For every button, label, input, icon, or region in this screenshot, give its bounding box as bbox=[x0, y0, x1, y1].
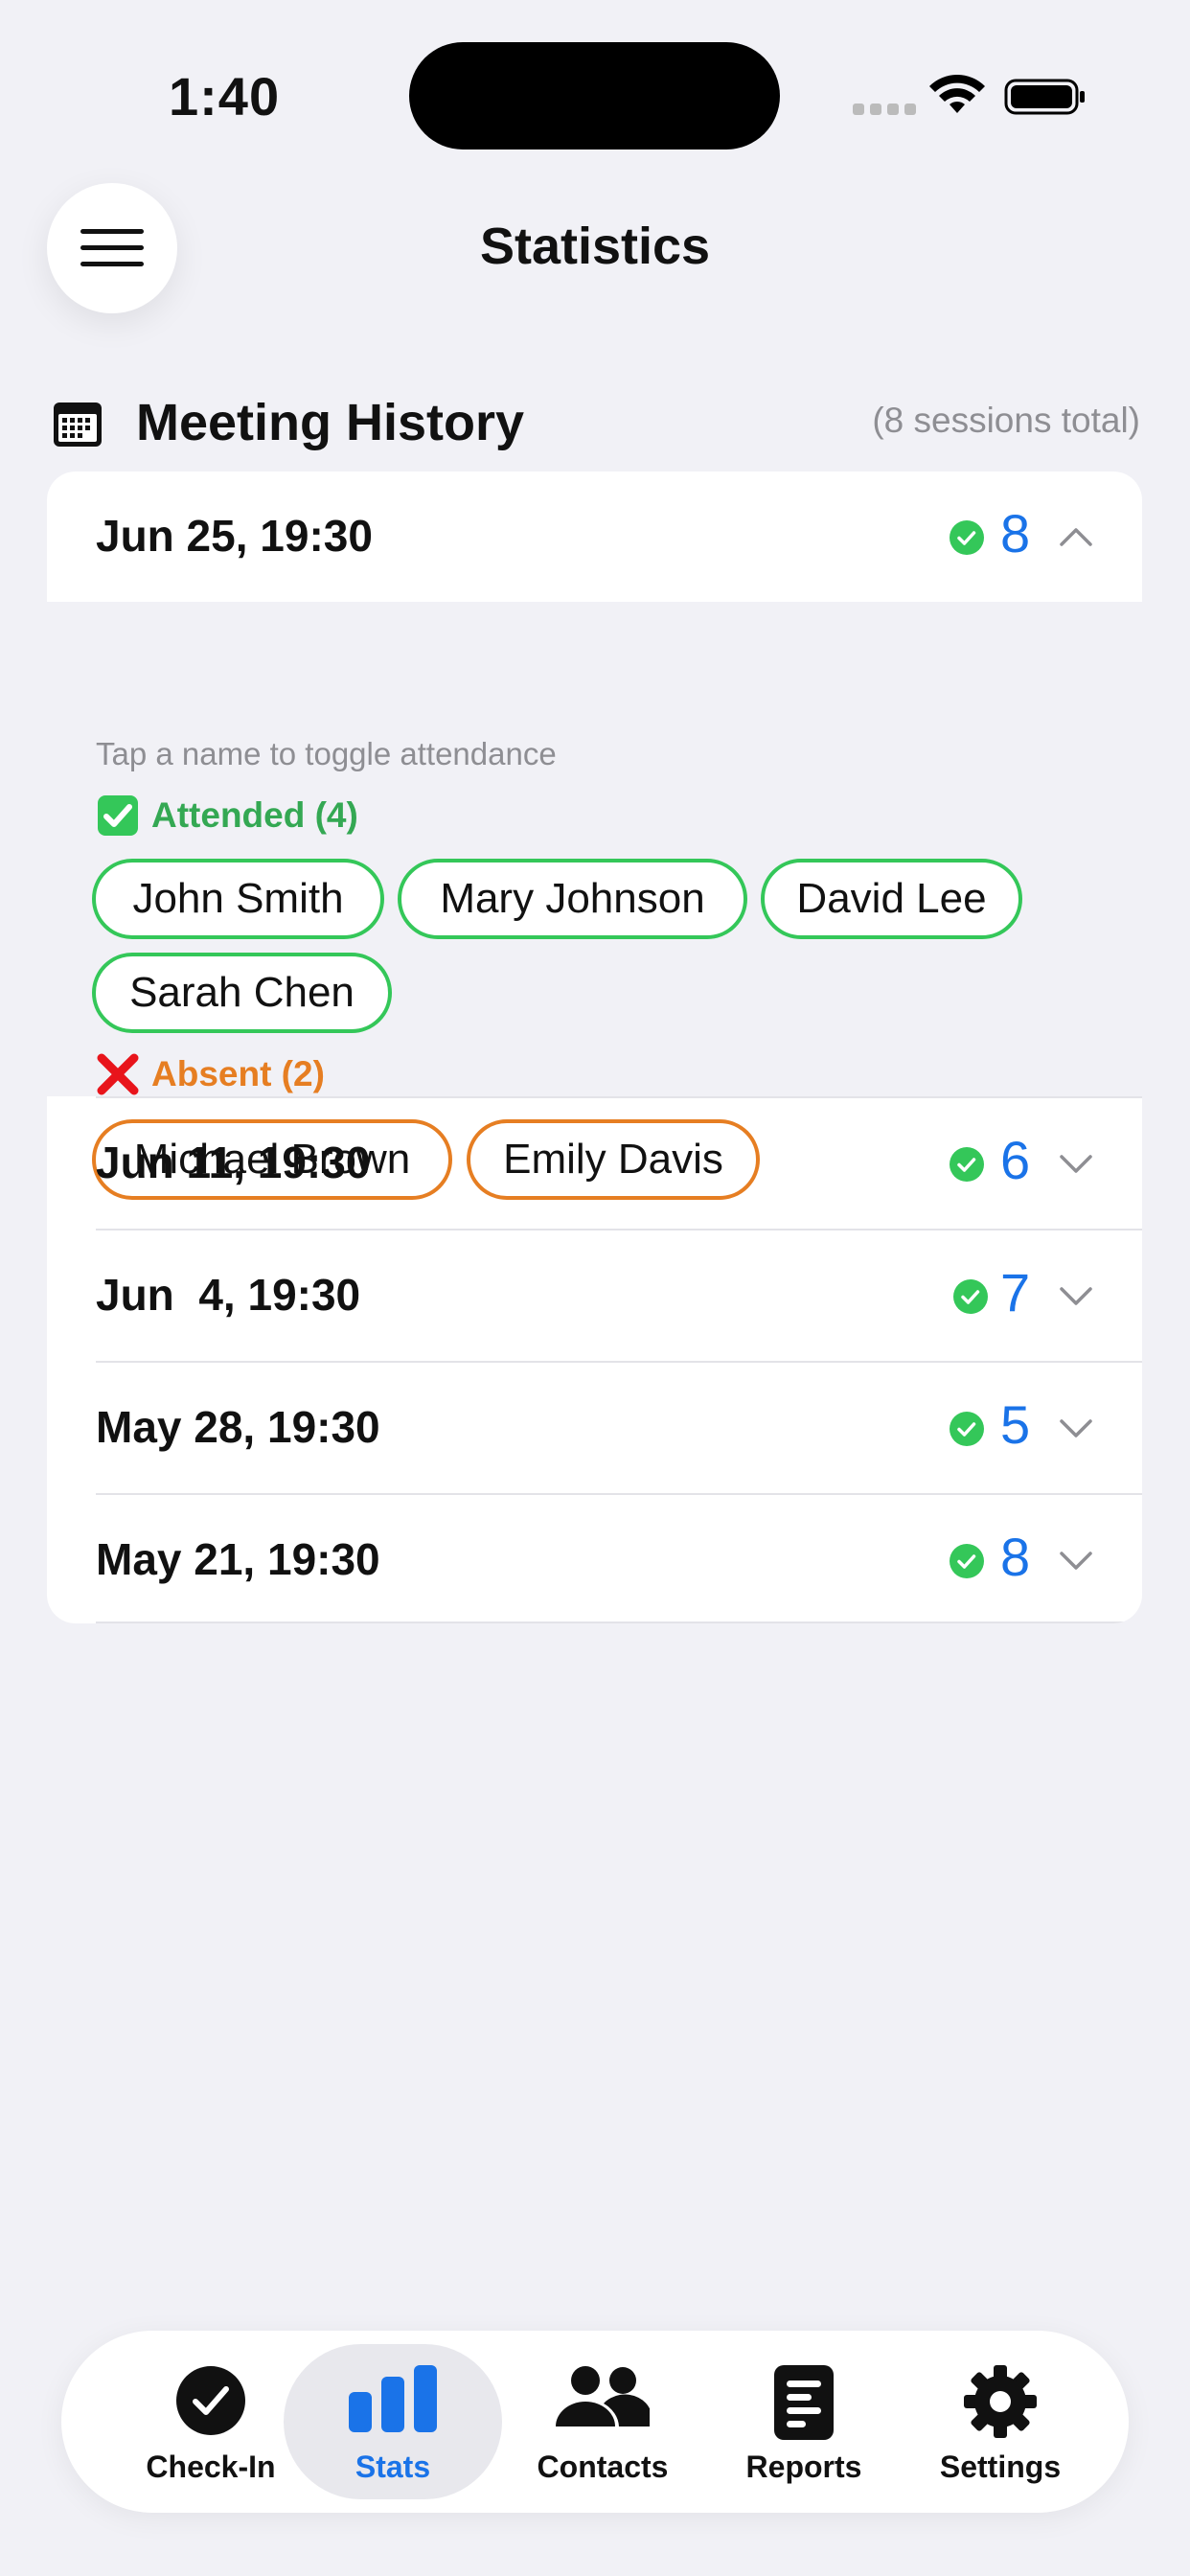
attended-count: 5 bbox=[1000, 1394, 1031, 1455]
battery-icon bbox=[1004, 79, 1085, 115]
sessions-total: (8 sessions total) bbox=[872, 401, 1140, 440]
session-date: May 28, 19:30 bbox=[96, 1402, 380, 1452]
chevron-down-icon[interactable] bbox=[1059, 1284, 1093, 1307]
attended-count: 7 bbox=[1000, 1262, 1031, 1322]
tab-reports[interactable]: Reports bbox=[713, 2331, 895, 2513]
absent-label-text: Absent (2) bbox=[151, 1054, 325, 1093]
status-bar: 1:40 bbox=[0, 0, 1190, 172]
session-row-jun-11[interactable]: Jun 11, 19:30 6 bbox=[47, 1098, 1142, 1229]
meeting-history-card: Tap a name to toggle attendance Attended… bbox=[47, 472, 1142, 1623]
meeting-history-header: Meeting History (8 sessions total) bbox=[52, 389, 1140, 456]
page-title: Statistics bbox=[479, 218, 711, 275]
tab-label: Stats bbox=[355, 2450, 431, 2484]
dynamic-island bbox=[409, 42, 780, 150]
chevron-down-icon[interactable] bbox=[1059, 1549, 1093, 1572]
tab-settings[interactable]: Settings bbox=[904, 2331, 1096, 2513]
attended-check-icon bbox=[950, 1412, 984, 1446]
row-divider bbox=[96, 1622, 1142, 1623]
session-row-may-28[interactable]: May 28, 19:30 5 bbox=[47, 1363, 1142, 1493]
tab-label: Reports bbox=[745, 2450, 862, 2484]
attendee-chip[interactable]: John Smith bbox=[92, 859, 384, 939]
tab-label: Contacts bbox=[537, 2450, 669, 2484]
session-date: May 21, 19:30 bbox=[96, 1534, 380, 1584]
session-date: Jun 4, 19:30 bbox=[96, 1270, 361, 1320]
status-time: 1:40 bbox=[169, 66, 281, 126]
bar-chart-icon bbox=[349, 2365, 437, 2432]
session-date: Jun 11, 19:30 bbox=[96, 1138, 371, 1187]
document-icon bbox=[774, 2365, 834, 2440]
expanded-session-panel: Tap a name to toggle attendance Attended… bbox=[47, 602, 1142, 1200]
absent-label: Absent (2) bbox=[96, 1052, 325, 1096]
people-icon bbox=[556, 2366, 650, 2426]
session-row-jun-4[interactable]: Jun 4, 19:30 7 bbox=[47, 1230, 1142, 1361]
attendee-chip[interactable]: Mary Johnson bbox=[398, 859, 747, 939]
attended-label-text: Attended (4) bbox=[151, 795, 358, 835]
toggle-hint: Tap a name to toggle attendance bbox=[96, 736, 557, 771]
chevron-down-icon[interactable] bbox=[1059, 1152, 1093, 1175]
attended-check-icon bbox=[953, 1279, 988, 1314]
cellular-signal-icon bbox=[853, 104, 916, 115]
chevron-down-icon[interactable] bbox=[1059, 1416, 1093, 1439]
gear-icon bbox=[964, 2365, 1037, 2438]
attended-count: 8 bbox=[1000, 1527, 1031, 1587]
attendee-chip[interactable]: Sarah Chen bbox=[92, 953, 392, 1033]
session-date: Jun 25, 19:30 bbox=[96, 511, 373, 561]
checkmark-box-icon bbox=[98, 795, 138, 836]
wifi-icon bbox=[929, 75, 985, 113]
tab-bar: Check-In Stats Contacts Reports Settings bbox=[61, 2331, 1129, 2513]
session-row-jun-25[interactable]: Jun 25, 19:30 8 bbox=[47, 472, 1142, 602]
checkmark-circle-icon bbox=[176, 2366, 245, 2435]
attended-count: 8 bbox=[1000, 503, 1031, 564]
tab-contacts[interactable]: Contacts bbox=[512, 2331, 694, 2513]
calendar-icon bbox=[54, 402, 102, 447]
attended-check-icon bbox=[950, 520, 984, 555]
attended-count: 6 bbox=[1000, 1130, 1031, 1190]
chevron-up-icon[interactable] bbox=[1059, 525, 1093, 548]
tab-label: Settings bbox=[939, 2450, 1062, 2484]
tab-stats[interactable]: Stats bbox=[284, 2331, 502, 2513]
cross-mark-icon bbox=[97, 1053, 139, 1095]
session-row-may-21[interactable]: May 21, 19:30 8 bbox=[47, 1495, 1142, 1623]
section-title: Meeting History bbox=[136, 394, 525, 451]
attended-check-icon bbox=[950, 1147, 984, 1182]
attended-label: Attended (4) bbox=[96, 794, 358, 838]
attended-check-icon bbox=[950, 1544, 984, 1578]
attendee-chip[interactable]: David Lee bbox=[761, 859, 1022, 939]
